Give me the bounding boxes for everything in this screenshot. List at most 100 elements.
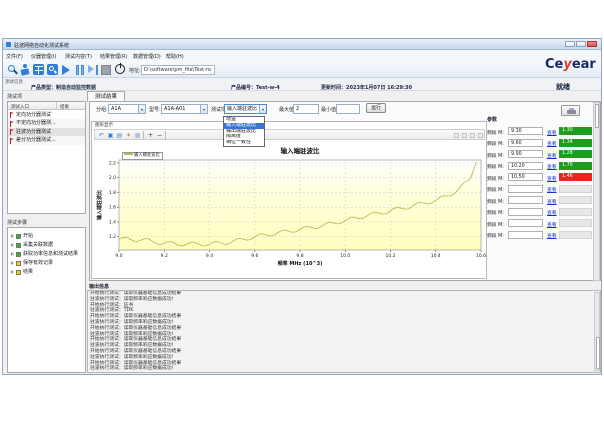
min-input[interactable]	[336, 104, 360, 114]
result-value-5	[559, 185, 592, 193]
copy-icon[interactable]: ▤	[116, 132, 123, 139]
data-table-icon[interactable]	[33, 64, 44, 75]
svg-text:1.2: 1.2	[109, 234, 116, 240]
minimize-button[interactable]	[565, 41, 575, 47]
view-link-8[interactable]: 查看	[547, 221, 557, 228]
view-link-6[interactable]: 查看	[547, 198, 557, 205]
menu-1[interactable]: 仪器管理(I)	[31, 53, 56, 60]
band-label: 频段 M:	[487, 175, 504, 182]
dropdown-option-4[interactable]: 相位一致性	[224, 140, 264, 146]
step-item-0[interactable]: 开始	[8, 232, 85, 241]
menu-4[interactable]: 数据管理(D)	[133, 53, 161, 60]
menu-2[interactable]: 测试内容(T)	[65, 53, 92, 60]
view-link-2[interactable]: 查看	[547, 152, 557, 159]
app-window: 驻波网络自动化测试系统 文件(F) 仪器管理(I) 测试内容(T) 结果管理(R) 数据…	[2, 38, 602, 375]
band-input-9[interactable]	[508, 231, 543, 239]
band-label: 频段 M:	[487, 129, 504, 136]
result-value-6	[559, 196, 592, 204]
band-input-1[interactable]: 9.60	[508, 139, 543, 147]
instrument-connect-icon[interactable]	[7, 64, 18, 75]
view-link-3[interactable]: 查看	[547, 163, 557, 170]
menu-0[interactable]: 文件(F)	[6, 53, 23, 60]
status-square	[16, 234, 21, 239]
band-input-6[interactable]	[508, 196, 543, 204]
path-input[interactable]: D:\software\pm_file\Test-nc	[141, 65, 215, 75]
step-forward-icon[interactable]	[88, 64, 99, 75]
step-item-3[interactable]: 保存有效记录	[8, 259, 85, 268]
undo-icon[interactable]: ↶	[98, 132, 105, 139]
settings-icon[interactable]: ✦	[125, 132, 132, 139]
result-value-0: 1.30	[559, 127, 592, 135]
item-combo[interactable]: 输入端驻波比	[224, 104, 267, 114]
close-button[interactable]	[587, 41, 597, 47]
run-button[interactable]: 运行	[366, 103, 386, 113]
step-item-1[interactable]: 采集关联数据	[8, 241, 85, 250]
test-item-1[interactable]: 不定向功分器测...	[8, 119, 85, 128]
band-input-5[interactable]	[508, 185, 543, 193]
maximize-icon[interactable]: ▢	[453, 132, 460, 139]
update-time: 更新时间：2023年1月07日 16:29:30	[321, 84, 412, 91]
test-item-2[interactable]: 驻波功分器测试	[8, 128, 85, 137]
band-input-4[interactable]: 10.50	[508, 173, 543, 181]
band-input-2[interactable]: 9.90	[508, 150, 543, 158]
group-combo[interactable]: A1A	[108, 104, 146, 114]
band-label: 频段 M:	[487, 140, 504, 147]
main-scrollbar[interactable]	[593, 102, 600, 281]
tile-icon[interactable]: ▢	[469, 132, 476, 139]
right-panel-title: 参数	[487, 116, 497, 123]
step-item-4[interactable]: 结果	[8, 268, 85, 277]
svg-text:1.4: 1.4	[109, 219, 116, 225]
view-link-5[interactable]: 查看	[547, 186, 557, 193]
search-view-icon[interactable]	[47, 64, 58, 75]
zoom-out-icon[interactable]: −	[156, 132, 163, 139]
model-combo[interactable]: A1A-A01	[161, 104, 208, 114]
save-icon[interactable]: ▣	[107, 132, 114, 139]
menu-5[interactable]: 帮助(H)	[166, 53, 184, 60]
view-link-1[interactable]: 查看	[547, 140, 557, 147]
sidebar-step-tree: 开始采集关联数据获取功率信息和测试结果保存有效记录结果	[7, 227, 86, 373]
print-button[interactable]	[561, 105, 580, 116]
chart-toolbar: ↶▣▤✦▦+−▢▢▢▢	[94, 129, 485, 140]
run-play-icon[interactable]	[62, 65, 73, 76]
zoom-in-icon[interactable]: +	[147, 132, 154, 139]
log-scrollbar[interactable]	[594, 292, 600, 371]
chart-box-title: 图形显示	[95, 122, 113, 128]
calibration-icon[interactable]	[20, 64, 31, 75]
view-link-9[interactable]: 查看	[547, 232, 557, 239]
sidebar-list-header: 测试入口 结果	[8, 102, 85, 110]
result-value-3: 1.70	[559, 162, 592, 170]
log-title: 输出信息	[89, 283, 109, 290]
pause-icon[interactable]	[75, 64, 86, 75]
title-bar: 驻波网络自动化测试系统	[3, 39, 601, 50]
menu-3[interactable]: 结果管理(R)	[100, 53, 127, 60]
sidebar-test-list: 测试入口 结果 定向功分器测试不定向功分器测...驻波功分器测试差分功分器测试.…	[7, 101, 86, 214]
test-item-3[interactable]: 差分功分器测试...	[8, 136, 85, 145]
svg-text:输入端驻波比: 输入端驻波比	[281, 146, 321, 155]
status-square	[16, 270, 21, 275]
view-link-7[interactable]: 查看	[547, 209, 557, 216]
band-input-0[interactable]: 9.30	[508, 127, 543, 135]
stop-icon[interactable]	[101, 65, 111, 75]
step-item-2[interactable]: 获取功率信息和测试结果	[8, 250, 85, 259]
result-value-7	[559, 208, 592, 216]
model-label: 型号:	[149, 106, 161, 113]
svg-text:9.6: 9.6	[251, 253, 258, 259]
view-link-0[interactable]: 查看	[547, 129, 557, 136]
band-input-3[interactable]: 10.20	[508, 162, 543, 170]
status-square	[16, 261, 21, 266]
band-input-8[interactable]	[508, 219, 543, 227]
band-input-7[interactable]	[508, 208, 543, 216]
maximize-button[interactable]	[576, 41, 586, 47]
info-bar: 测试信息 产品类型：制造自动监控数据 产品编号：Test-w-4 更新时间：20…	[3, 78, 601, 91]
grid-icon[interactable]: ▦	[134, 132, 141, 139]
restore-icon[interactable]: ▢	[461, 132, 468, 139]
test-item-0[interactable]: 定向功分器测试	[8, 111, 85, 120]
toolbar: 地址: D:\software\pm_file\Test-nc	[3, 60, 601, 78]
status-square	[16, 252, 21, 257]
item-dropdown-list[interactable]: 增益输入端驻波比输出端驻波比隔离度相位一致性	[223, 116, 265, 147]
view-link-4[interactable]: 查看	[547, 175, 557, 182]
result-value-4: 1.46	[559, 173, 592, 181]
cascade-icon[interactable]: ▢	[477, 132, 484, 139]
max-input[interactable]: 2	[293, 104, 319, 114]
power-icon[interactable]	[115, 64, 125, 74]
